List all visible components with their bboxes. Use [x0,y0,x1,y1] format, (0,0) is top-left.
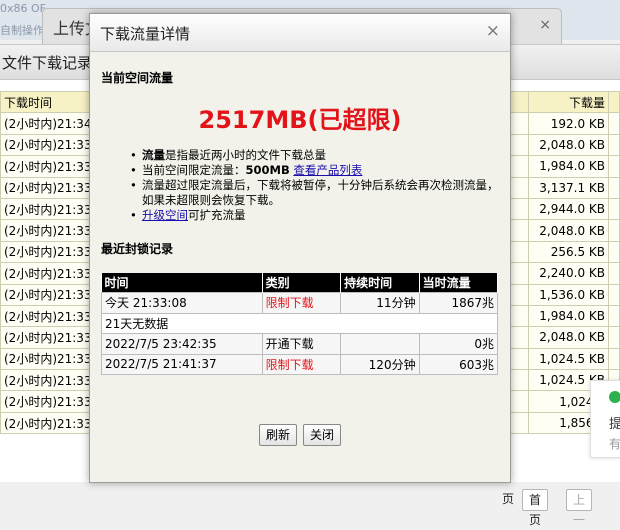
traffic-notes-list: 流量是指最近两小时的文件下载总量 当前空间限定流量：500MB 查看产品列表 流… [130,148,500,223]
cell-time: (2小时内)21:33: [0,176,100,199]
cell-size: 2,048.0 KB [528,326,610,349]
cell-time: (2小时内)21:33: [0,133,100,157]
dialog-titlebar: 下载流量详情 × [90,14,510,52]
table-row: 2022/7/5 21:41:37 限制下载 120分钟 603兆 [101,353,499,375]
cell-traffic: 603兆 [418,353,499,375]
list-item: 当前空间限定流量：500MB 查看产品列表 [130,163,500,178]
list-item: 流量超过限定流量后，下载将被暂停，十分钟后系统会再次检测流量，如果未超限则会恢复… [130,178,500,208]
top-info-text-2: 自制操作 [0,24,44,37]
cell-size: 1,984.0 KB [528,304,610,328]
cell-time: (2小时内)21:33: [0,262,100,285]
cell-time: (2小时内)21:33: [0,304,100,328]
cell-duration: 11分钟 [340,292,420,314]
cell-size: 2,944.0 KB [528,197,610,221]
cell-time: (2小时内)21:33: [0,155,100,178]
cell-time: (2小时内)21:33: [0,347,100,371]
pagination-label: 页 [502,492,515,506]
recent-blocks-heading: 最近封锁记录 [101,242,174,256]
cell-size: 192.0 KB [528,112,610,135]
cell-size: 1,536.0 KB [528,283,610,306]
cell-time: (2小时内)21:33: [0,411,100,435]
table-header-row: 时间 类别 持续时间 当时流量 [101,273,499,293]
traffic-limit-value: 500MB [245,163,290,177]
prev-page-button[interactable]: 上一 [566,489,593,527]
cell-type: 限制下载 [261,292,342,314]
cell-time: (2小时内)21:33: [0,390,100,413]
cell-size: 2,048.0 KB [528,219,610,242]
table-row: 2022/7/5 23:42:35 开通下载 0兆 [101,333,499,355]
cell-traffic: 0兆 [418,333,499,355]
table-row: 21天无数据 [101,312,498,334]
top-info-text: 0x86 OF [0,2,46,15]
cell-time: (2小时内)21:33: [0,197,100,221]
cell-time: (2小时内)21:33: [0,283,100,306]
cell-time: 2022/7/5 23:42:35 [101,333,263,355]
cell-time: (2小时内)21:33: [0,240,100,264]
dialog-title: 下载流量详情 [100,25,191,43]
refresh-button[interactable]: 刷新 [259,424,298,446]
cell-size: 1,024.5 KB [528,347,610,371]
cell-size: 256.5 KB [528,240,610,264]
cell-traffic: 1867兆 [418,292,499,314]
column-header-size[interactable]: 下载量 [528,90,610,114]
column-header-time[interactable]: 下载时间 [0,90,100,114]
cell-size: 2,240.0 KB [528,262,610,285]
cell-type: 开通下载 [261,333,342,355]
cell-size: 1,984.0 KB [528,155,610,178]
traffic-detail-dialog: 下载流量详情 × 当前空间流量 2517MB(已超限) 流量是指最近两小时的文件… [89,13,511,483]
table-row: 今天 21:33:08 限制下载 11分钟 1867兆 [101,292,499,314]
column-header-type: 类别 [262,273,342,293]
upgrade-space-link[interactable]: 升级空间 [142,208,188,222]
note-text: 当前空间限定流量： [142,163,246,177]
column-header-duration: 持续时间 [340,273,420,293]
cell-time: 2022/7/5 21:41:37 [101,353,263,375]
cell-duration [340,333,420,355]
cell-duration: 120分钟 [340,353,420,375]
cell-size: 3,137.1 KB [528,176,610,199]
float-card-title: 提 [609,417,620,432]
floating-help-card[interactable]: 提 有 [590,380,620,458]
window-title: 文件下载记录 [2,54,93,72]
cell-type: 限制下载 [261,353,342,375]
column-header-traffic: 当时流量 [419,273,499,293]
note-text: 可扩充流量 [188,208,246,222]
cell-time: (2小时内)21:33: [0,326,100,349]
close-icon[interactable]: × [486,22,500,40]
column-header-extra [608,90,620,114]
note-bold-term: 流量 [142,148,165,162]
product-list-link[interactable]: 查看产品列表 [293,163,362,177]
list-item: 流量是指最近两小时的文件下载总量 [130,148,500,163]
float-card-text: 有 [609,437,620,451]
close-icon[interactable]: × [539,17,551,33]
no-data-note: 21天无数据 [101,312,498,334]
block-records-table: 时间 类别 持续时间 当时流量 今天 21:33:08 限制下载 11分钟 18… [101,273,499,375]
current-traffic-heading: 当前空间流量 [101,71,174,85]
note-text: 流量超过限定流量后，下载将被暂停，十分钟后系统会再次检测流量，如果未超限则会恢复… [142,178,499,207]
note-text: 是指最近两小时的文件下载总量 [165,148,326,162]
cell-time: (2小时内)21:33: [0,219,100,242]
list-item: 升级空间可扩充流量 [130,208,500,223]
cell-time: 今天 21:33:08 [101,292,263,314]
cell-time: (2小时内)21:33: [0,369,100,392]
traffic-usage-value: 2517MB(已超限) [198,106,402,134]
chat-icon [609,391,620,403]
cell-size: 2,048.0 KB [528,133,610,157]
first-page-button[interactable]: 首页 [522,489,549,527]
close-button[interactable]: 关闭 [303,424,342,446]
column-header-time: 时间 [101,273,263,293]
cell-time: (2小时内)21:34: [0,112,100,135]
